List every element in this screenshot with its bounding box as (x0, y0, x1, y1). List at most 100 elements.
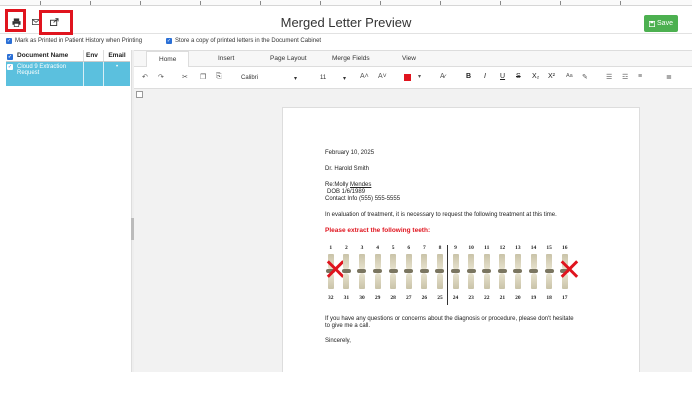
tooth[interactable]: ✕ (556, 251, 583, 291)
tooth[interactable]: ✕ (323, 251, 349, 291)
letter-closing-line-2: to give me a call. (325, 323, 371, 329)
redo-icon[interactable]: ↷ (158, 73, 164, 81)
tooth[interactable] (526, 251, 542, 291)
letter-doctor: Dr. Harold Smith (325, 166, 370, 172)
column-document-name[interactable]: Document Name (14, 50, 84, 61)
tooth[interactable] (541, 251, 557, 291)
tab-insert[interactable]: Insert (218, 55, 234, 62)
tooth[interactable] (495, 251, 511, 291)
extraction-heading: Please extract the following teeth: (325, 227, 431, 234)
tooth-number: 23 (468, 295, 474, 301)
strikethrough-button[interactable]: S (516, 73, 521, 80)
save-button[interactable]: Save (644, 15, 678, 32)
copy-icon[interactable]: ❐ (200, 73, 206, 81)
merged-letter-window: Merged Letter Preview Save ✓ Mark as Pri… (0, 0, 692, 416)
re-prefix: Re:Molly (325, 182, 351, 188)
subscript-button[interactable]: X₂ (532, 73, 539, 80)
document-email: • (115, 64, 119, 70)
underline-button[interactable]: U (500, 73, 505, 80)
tooth-chart: ✕ ✕ (323, 251, 583, 291)
numbering-icon[interactable]: ☲ (622, 73, 628, 81)
tooth-number: 24 (452, 295, 459, 301)
chevron-down-icon: ▾ (342, 75, 346, 82)
document-row[interactable]: ✓ Cloud 9 Extraction Request • (6, 62, 130, 86)
font-size-select[interactable]: 11 ▾ (318, 72, 348, 84)
document-name: Cloud 9 Extraction Request (14, 62, 84, 86)
cut-icon[interactable]: ✂ (182, 73, 188, 81)
tooth[interactable] (354, 251, 370, 291)
paste-icon[interactable]: ⎘ (216, 73, 222, 81)
italic-button[interactable]: I (484, 73, 486, 80)
window-title: Merged Letter Preview (280, 15, 412, 30)
select-all-checkbox[interactable]: ✓ (6, 52, 14, 60)
document-page[interactable]: February 10, 2025 Dr. Harold Smith Re:Mo… (282, 107, 640, 373)
lower-tooth-numbers: 32 31 30 29 28 27 26 25 24 23 22 21 20 19 18 17 (323, 295, 573, 301)
document-list-header: ✓ Document Name Env Email (6, 50, 130, 62)
align-icon[interactable]: ≣ (666, 73, 672, 81)
document-list: ✓ Document Name Env Email ✓ Cloud 9 Extr… (6, 50, 130, 372)
chevron-down-icon[interactable]: ▾ (418, 73, 421, 80)
extract-x-mark: ✕ (323, 253, 349, 288)
save-icon (649, 20, 656, 27)
extract-x-mark: ✕ (556, 253, 583, 288)
letter-dob: DOB 1/6/1989 (327, 189, 366, 195)
tooth-number: 30 (359, 295, 365, 301)
tooth[interactable] (339, 251, 355, 291)
bullets-icon[interactable]: ☰ (606, 73, 612, 81)
mark-printed-checkbox[interactable]: ✓ (6, 38, 12, 44)
patient-last-name: Mendes (350, 182, 372, 188)
tooth[interactable] (448, 251, 464, 291)
tooth[interactable] (417, 251, 433, 291)
grow-font-icon[interactable]: A˄ (360, 73, 369, 80)
font-size-value: 11 (320, 75, 327, 81)
tab-page-layout[interactable]: Page Layout (270, 55, 307, 62)
tooth-number: 20 (515, 295, 521, 301)
store-copy-option[interactable]: ✓ Store a copy of printed letters in the… (166, 38, 321, 44)
tab-view[interactable]: View (402, 55, 416, 62)
header-bar: Merged Letter Preview Save (0, 6, 692, 35)
store-copy-label: Store a copy of printed letters in the D… (175, 38, 322, 44)
letter-intro: In evaluation of treatment, it is necess… (325, 212, 557, 218)
store-copy-checkbox[interactable]: ✓ (166, 38, 172, 44)
document-env (84, 62, 104, 86)
tooth[interactable] (479, 251, 495, 291)
tab-merge-fields[interactable]: Merge Fields (332, 55, 370, 62)
bottom-blank-area (0, 372, 692, 416)
outdent-icon[interactable]: ≡ (638, 73, 642, 80)
midline-divider (447, 245, 448, 305)
tooth-number: 22 (483, 295, 490, 301)
chevron-down-icon: ▾ (293, 75, 297, 82)
font-color-swatch[interactable] (404, 74, 411, 81)
font-family-value: Calibri (241, 75, 259, 81)
letter-date: February 10, 2025 (325, 150, 375, 156)
change-case-button[interactable]: Aa (566, 73, 573, 79)
font-family-select[interactable]: Calibri ▾ (238, 72, 300, 84)
tooth[interactable] (401, 251, 417, 291)
tooth-number: 26 (421, 295, 428, 301)
ruler-corner (136, 91, 143, 98)
undo-icon[interactable]: ↶ (142, 73, 148, 81)
tooth[interactable] (385, 251, 401, 291)
column-email[interactable]: Email (104, 50, 130, 61)
tooth-number: 28 (390, 295, 396, 301)
letter-contact: Contact Info (555) 555-5555 (325, 196, 401, 202)
tooth-number: 17 (561, 295, 568, 301)
bold-button[interactable]: B (466, 73, 471, 80)
tab-home[interactable]: Home (146, 51, 190, 68)
mark-printed-option[interactable]: ✓ Mark as Printed in Patient History whe… (6, 38, 142, 44)
tooth[interactable] (370, 251, 386, 291)
text-highlight-icon[interactable]: A̷ (440, 73, 445, 80)
tooth-number: 21 (499, 295, 506, 301)
document-row-checkbox[interactable]: ✓ (6, 62, 14, 86)
tooth-number: 27 (406, 295, 412, 301)
tooth[interactable] (432, 251, 448, 291)
shrink-font-icon[interactable]: A˅ (378, 73, 387, 80)
superscript-button[interactable]: X² (548, 73, 555, 80)
print-options: ✓ Mark as Printed in Patient History whe… (0, 36, 692, 48)
letter-re: Re:Molly Mendes (325, 182, 371, 188)
tooth[interactable] (510, 251, 526, 291)
tooth[interactable] (463, 251, 479, 291)
column-env[interactable]: Env (84, 50, 104, 61)
clear-format-icon[interactable]: ✎ (582, 73, 588, 81)
save-label: Save (657, 20, 673, 27)
